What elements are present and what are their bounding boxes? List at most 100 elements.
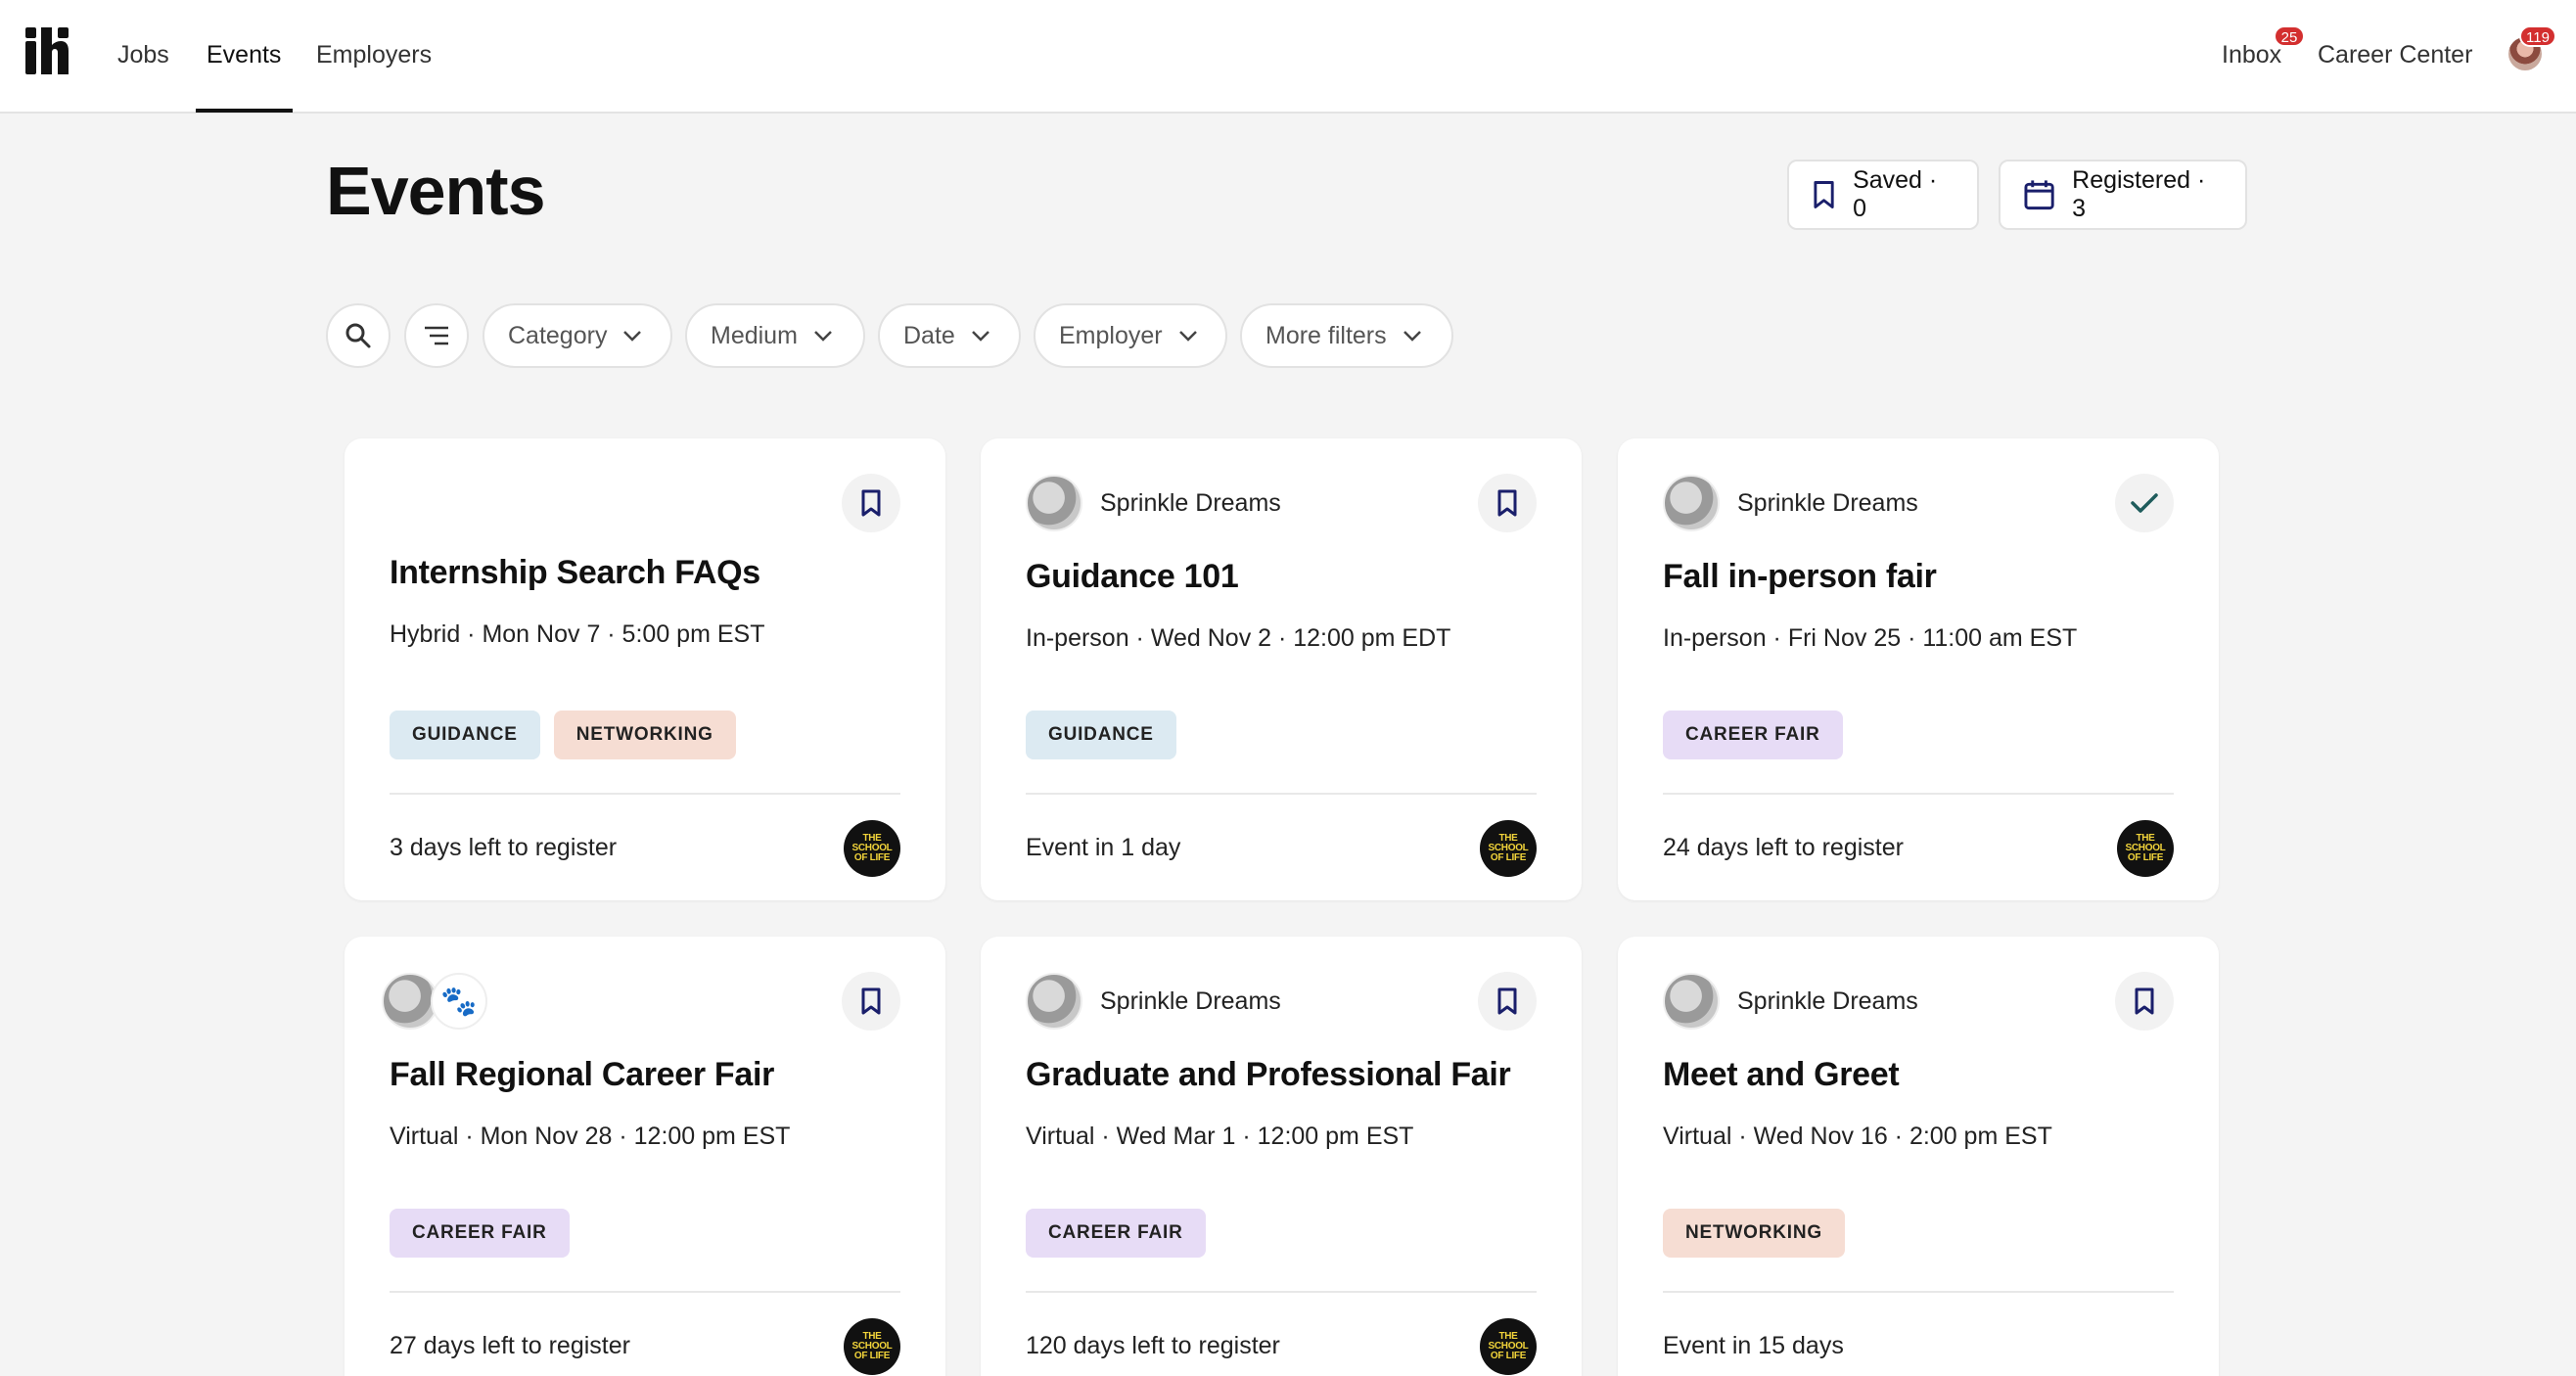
event-meta: Virtual · Wed Mar 1 · 12:00 pm EST xyxy=(1026,1123,1414,1150)
chevron-down-icon xyxy=(623,331,642,342)
calendar-icon xyxy=(2024,180,2054,210)
event-card[interactable]: Sprinkle Dreams Graduate and Professiona… xyxy=(981,937,1582,1376)
tag-guidance: GUIDANCE xyxy=(1026,711,1176,759)
chevron-down-icon xyxy=(1403,331,1421,342)
date-filter-label: Date xyxy=(903,321,955,349)
event-card[interactable]: Sprinkle Dreams Fall in-person fair In-p… xyxy=(1618,438,2219,900)
sort-button[interactable] xyxy=(404,303,469,368)
more-filters-button[interactable]: More filters xyxy=(1240,303,1453,368)
tag-career-fair: CAREER FAIR xyxy=(1026,1209,1206,1258)
event-footer-status: 3 days left to register xyxy=(390,834,618,861)
save-event-button[interactable] xyxy=(2115,972,2174,1031)
event-organizer: Sprinkle Dreams xyxy=(1663,474,1918,532)
checkmark-icon xyxy=(2131,493,2158,513)
tag-guidance: GUIDANCE xyxy=(390,711,540,759)
event-tags: GUIDANCE xyxy=(1026,711,1176,759)
event-organizer: Sprinkle Dreams xyxy=(1663,972,1918,1031)
event-meta: Virtual · Wed Nov 16 · 2:00 pm EST xyxy=(1663,1123,2052,1150)
tag-career-fair: CAREER FAIR xyxy=(1663,711,1843,759)
bookmark-icon xyxy=(2135,987,2154,1015)
event-footer-status: Event in 15 days xyxy=(1663,1332,1844,1359)
category-filter-label: Category xyxy=(508,321,608,349)
event-card[interactable]: 🐾 Fall Regional Career Fair Virtual · Mo… xyxy=(345,937,945,1376)
medium-filter-label: Medium xyxy=(711,321,798,349)
organizer-avatar xyxy=(1026,475,1082,531)
event-tags: GUIDANCE NETWORKING xyxy=(390,711,736,759)
registered-events-button[interactable]: Registered · 3 xyxy=(1999,160,2247,230)
event-footer-status: 24 days left to register xyxy=(1663,834,1904,861)
chevron-down-icon xyxy=(971,331,989,342)
card-divider xyxy=(1026,793,1537,795)
school-of-life-logo: THE SCHOOL OF LIFE xyxy=(1480,820,1537,877)
nav-employers-link[interactable]: Employers xyxy=(316,37,432,72)
event-organizer: Sprinkle Dreams xyxy=(1026,972,1281,1031)
nav-events-link[interactable]: Events xyxy=(207,37,281,72)
school-of-life-logo: THE SCHOOL OF LIFE xyxy=(2117,820,2174,877)
search-icon xyxy=(345,323,371,348)
event-footer-status: Event in 1 day xyxy=(1026,834,1181,861)
organizer-avatar xyxy=(1663,973,1720,1030)
event-footer-status: 27 days left to register xyxy=(390,1332,630,1359)
top-navigation: Jobs Events Employers Inbox 25 Career Ce… xyxy=(0,0,2576,114)
event-card[interactable]: Sprinkle Dreams Meet and Greet Virtual ·… xyxy=(1618,937,2219,1376)
organizer-avatar xyxy=(1663,475,1720,531)
saved-count-label: Saved · 0 xyxy=(1853,166,1938,222)
organizer-avatar xyxy=(1026,973,1082,1030)
registered-count-label: Registered · 3 xyxy=(2072,166,2206,222)
date-filter[interactable]: Date xyxy=(878,303,1021,368)
event-card[interactable]: Sprinkle Dreams Guidance 101 In-person ·… xyxy=(981,438,1582,900)
event-title[interactable]: Internship Search FAQs xyxy=(390,554,760,592)
bookmark-icon xyxy=(861,987,881,1015)
event-meta: In-person · Wed Nov 2 · 12:00 pm EDT xyxy=(1026,624,1451,652)
event-title[interactable]: Guidance 101 xyxy=(1026,558,1239,596)
chevron-down-icon xyxy=(814,331,832,342)
event-tags: NETWORKING xyxy=(1663,1209,1845,1258)
event-tags: CAREER FAIR xyxy=(1026,1209,1206,1258)
bookmark-icon xyxy=(1814,181,1834,208)
inbox-count-badge: 25 xyxy=(2274,25,2305,47)
event-title[interactable]: Fall in-person fair xyxy=(1663,558,1937,596)
event-meta: In-person · Fri Nov 25 · 11:00 am EST xyxy=(1663,624,2078,652)
event-meta: Virtual · Mon Nov 28 · 12:00 pm EST xyxy=(390,1123,791,1150)
event-tags: CAREER FAIR xyxy=(390,1209,570,1258)
medium-filter[interactable]: Medium xyxy=(685,303,865,368)
active-tab-indicator xyxy=(196,109,293,113)
event-title[interactable]: Graduate and Professional Fair xyxy=(1026,1056,1511,1094)
tag-networking: NETWORKING xyxy=(1663,1209,1845,1258)
nav-inbox-link[interactable]: Inbox xyxy=(2222,37,2281,72)
save-event-button[interactable] xyxy=(1478,474,1537,532)
saved-events-button[interactable]: Saved · 0 xyxy=(1787,160,1979,230)
bookmark-icon xyxy=(1497,489,1517,517)
event-organizer: Sprinkle Dreams xyxy=(1026,474,1281,532)
organizer-name: Sprinkle Dreams xyxy=(1737,986,1918,1015)
event-footer-status: 120 days left to register xyxy=(1026,1332,1280,1359)
registered-status-button[interactable] xyxy=(2115,474,2174,532)
paw-heart-icon: 🐾 xyxy=(431,973,487,1030)
search-button[interactable] xyxy=(326,303,391,368)
card-divider xyxy=(390,1291,900,1293)
save-event-button[interactable] xyxy=(842,474,900,532)
employer-filter[interactable]: Employer xyxy=(1034,303,1227,368)
event-title[interactable]: Fall Regional Career Fair xyxy=(390,1056,774,1094)
category-filter[interactable]: Category xyxy=(483,303,672,368)
save-event-button[interactable] xyxy=(842,972,900,1031)
bookmark-icon xyxy=(861,489,881,517)
nav-jobs-link[interactable]: Jobs xyxy=(117,37,169,72)
event-card[interactable]: Internship Search FAQs Hybrid · Mon Nov … xyxy=(345,438,945,900)
bookmark-icon xyxy=(1497,987,1517,1015)
handshake-logo-icon[interactable] xyxy=(25,27,69,74)
card-divider xyxy=(390,793,900,795)
event-title[interactable]: Meet and Greet xyxy=(1663,1056,1900,1094)
card-divider xyxy=(1663,793,2174,795)
organizer-name: Sprinkle Dreams xyxy=(1737,488,1918,517)
event-meta: Hybrid · Mon Nov 7 · 5:00 pm EST xyxy=(390,620,765,648)
page-title: Events xyxy=(326,153,546,229)
card-divider xyxy=(1026,1291,1537,1293)
nav-career-center-link[interactable]: Career Center xyxy=(2318,37,2472,72)
card-divider xyxy=(1663,1291,2174,1293)
tag-career-fair: CAREER FAIR xyxy=(390,1209,570,1258)
organizer-name: Sprinkle Dreams xyxy=(1100,986,1281,1015)
school-of-life-logo: THE SCHOOL OF LIFE xyxy=(1480,1318,1537,1375)
sort-icon xyxy=(425,326,448,345)
save-event-button[interactable] xyxy=(1478,972,1537,1031)
